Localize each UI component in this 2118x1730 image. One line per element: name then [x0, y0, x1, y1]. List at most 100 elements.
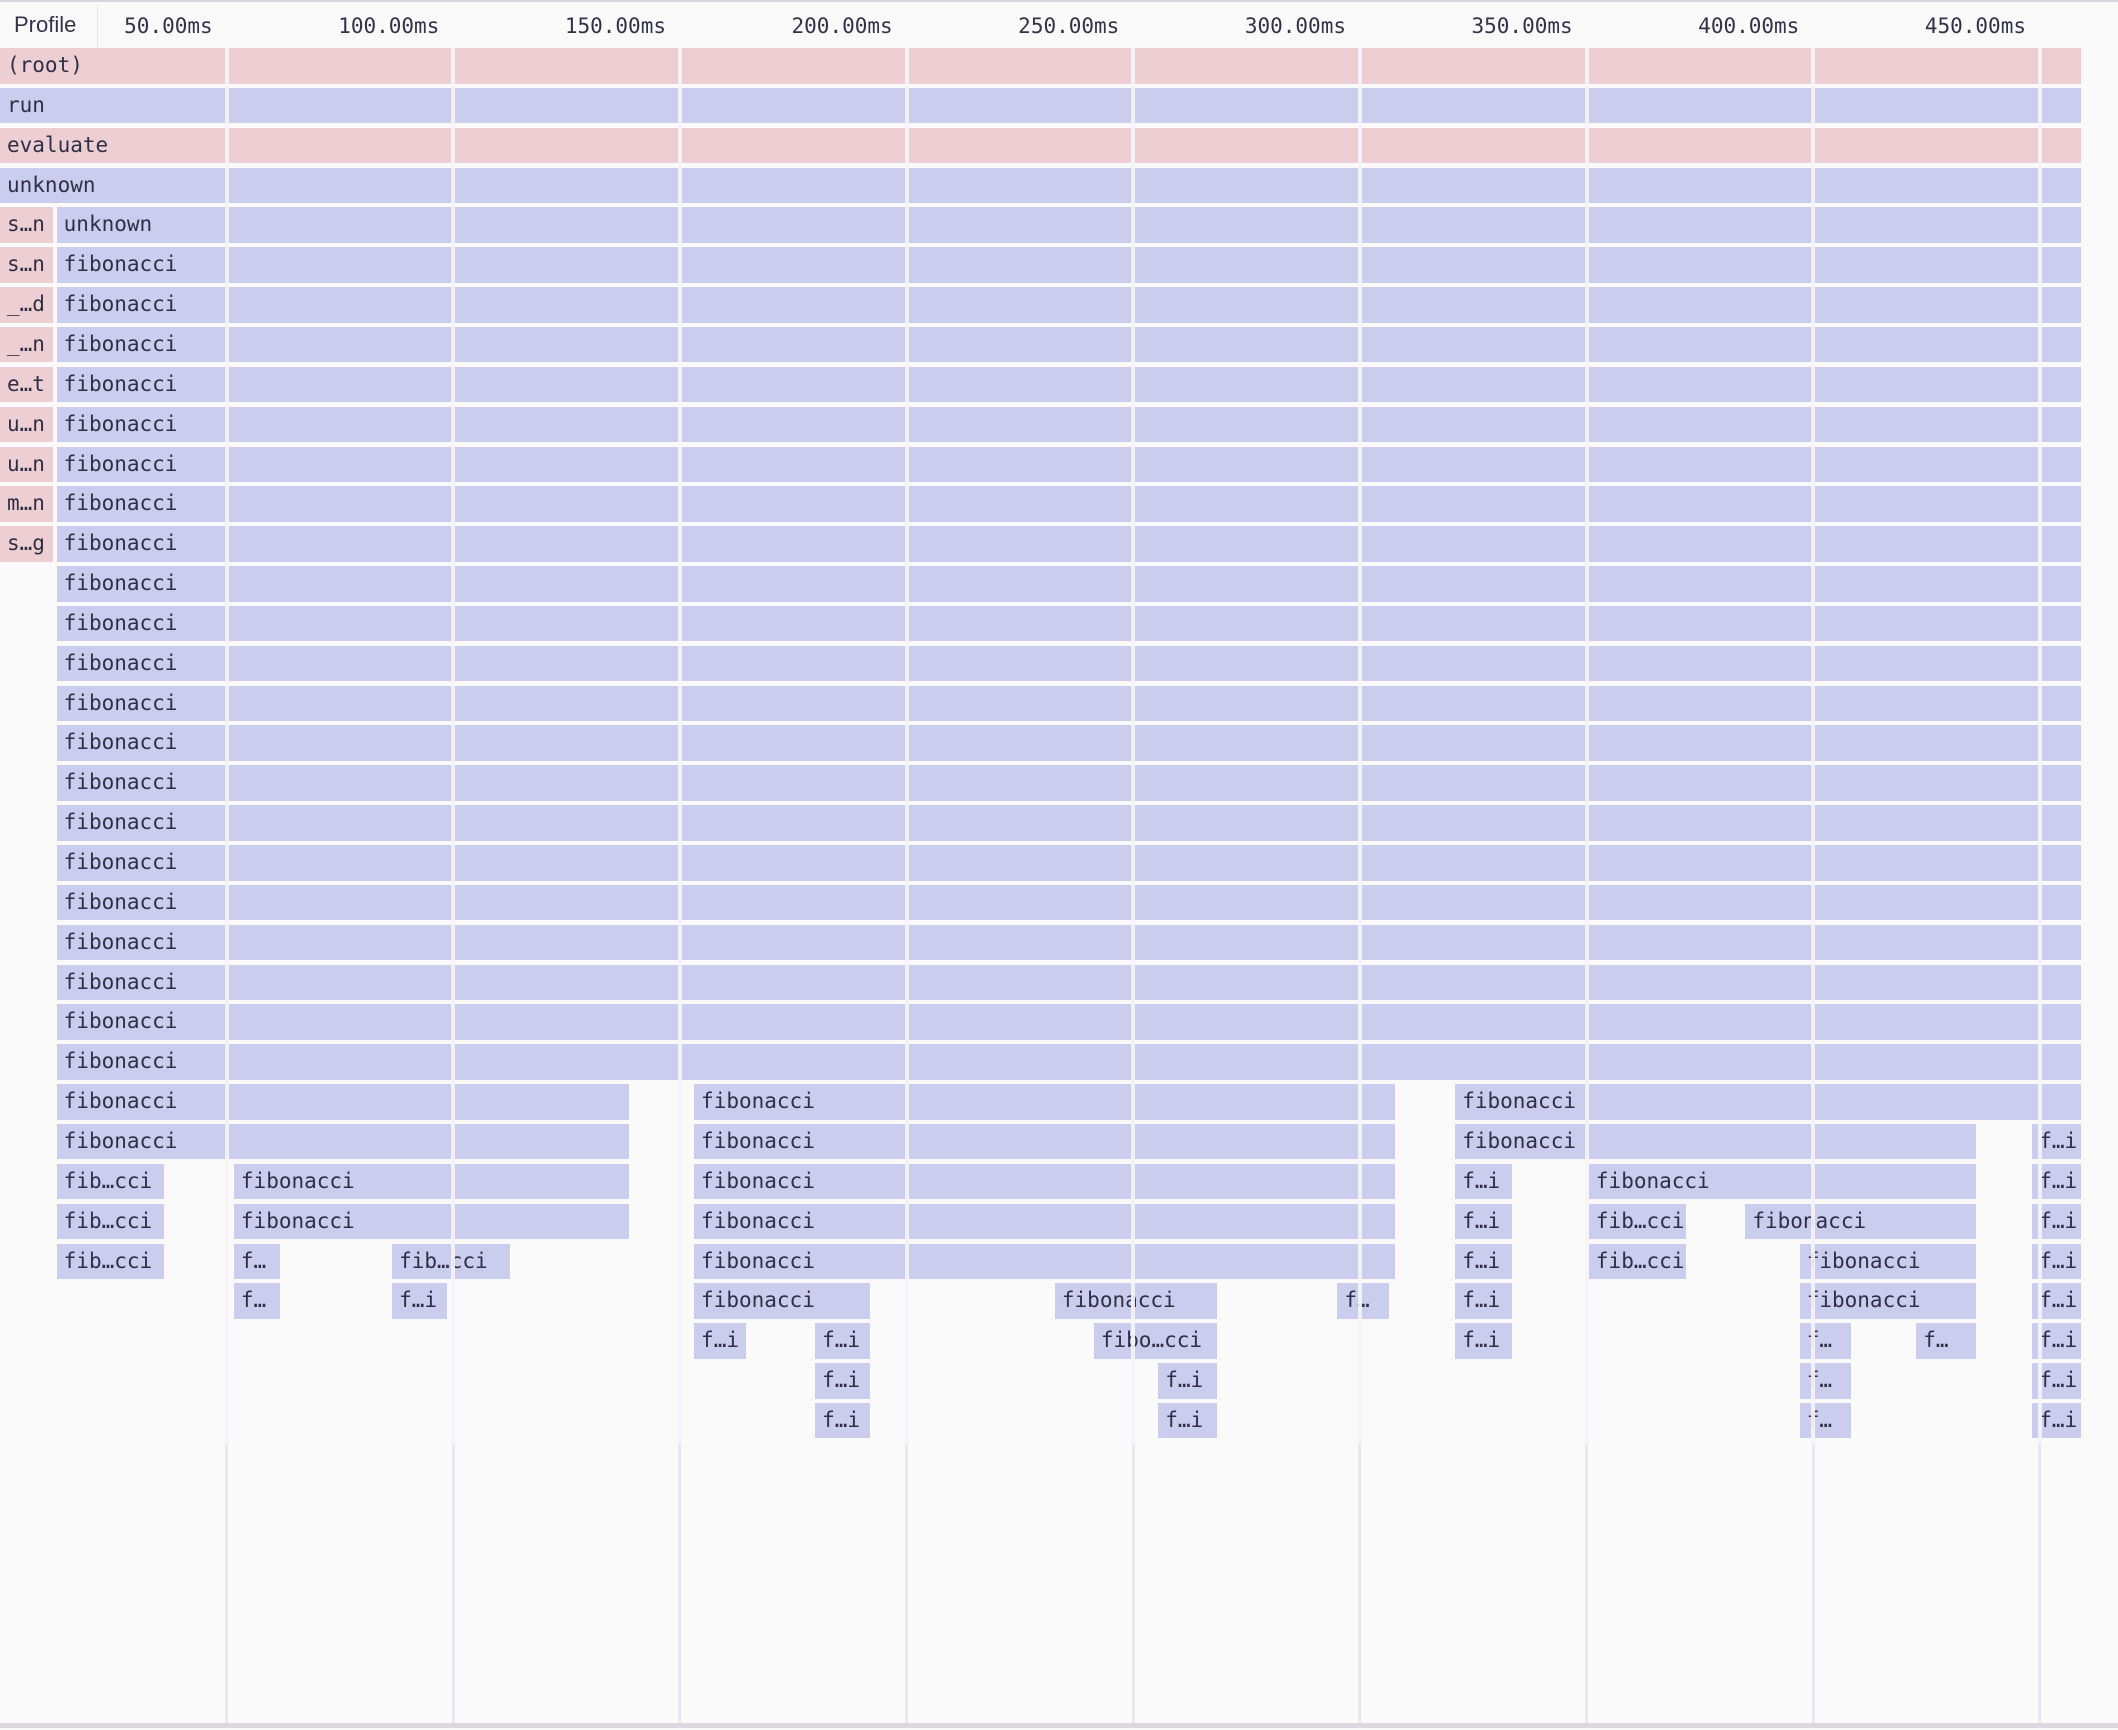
frame-bar[interactable]: fibonacci [57, 1124, 630, 1160]
frame-bar[interactable]: m…n [0, 486, 53, 522]
axis-tick-label: 50.00ms [124, 2, 213, 48]
gridline-overlay-300ms [1358, 48, 1362, 1444]
gridline-overlay-400ms [1811, 48, 1815, 1444]
frame-bar[interactable]: fibonacci [57, 1044, 2081, 1080]
gridline-overlay-100ms [451, 48, 455, 1444]
frame-bar[interactable]: f…i [1158, 1363, 1217, 1399]
frame-bar[interactable]: fibonacci [694, 1244, 1395, 1280]
frame-bar[interactable]: s…g [0, 526, 53, 562]
frame-bar[interactable]: fibonacci [57, 965, 2081, 1001]
frame-bar[interactable]: fibonacci [57, 686, 2081, 722]
gridline-overlay-450ms [2038, 48, 2042, 1444]
axis-tick-label: 300.00ms [1245, 2, 1346, 48]
frame-bar[interactable]: fib…cci [57, 1204, 164, 1240]
flamegraph-canvas[interactable]: (root)runevaluateunknowns…nunknowns…nfib… [0, 2, 2118, 1730]
frame-bar[interactable]: fibonacci [57, 1084, 630, 1120]
frame-bar[interactable]: fib…cci [57, 1244, 164, 1280]
frame-bar[interactable]: fib…cci [1589, 1244, 1686, 1280]
profile-tab[interactable]: Profile [0, 2, 90, 48]
frame-bar[interactable]: f…i [1455, 1164, 1512, 1200]
frame-bar[interactable]: f…i [1455, 1244, 1512, 1280]
frame-bar[interactable]: fibonacci [57, 885, 2081, 921]
bottom-border [0, 1723, 2118, 1728]
frame-bar[interactable]: fibonacci [57, 646, 2081, 682]
frame-bar[interactable]: fibonacci [234, 1204, 629, 1240]
frame-bar[interactable]: fibonacci [57, 247, 2081, 283]
frame-bar[interactable]: f…i [1455, 1283, 1512, 1319]
frame-bar[interactable]: f…i [392, 1283, 446, 1319]
frame-bar[interactable]: evaluate [0, 128, 2081, 164]
frame-bar[interactable]: fibonacci [1745, 1204, 1975, 1240]
frame-bar[interactable]: f… [1337, 1283, 1389, 1319]
frame-bar[interactable]: fibonacci [234, 1164, 629, 1200]
frame-bar[interactable]: fibonacci [57, 486, 2081, 522]
timeline-header: Profile 50.00ms 100.00ms 150.00ms 200.00ms 2… [0, 2, 2118, 48]
gridline-overlay-200ms [905, 48, 909, 1444]
frame-bar[interactable]: f… [234, 1283, 280, 1319]
frame-bar[interactable]: (root) [0, 48, 2081, 84]
frame-bar[interactable]: f… [1800, 1363, 1851, 1399]
frame-bar[interactable]: fibonacci [57, 367, 2081, 403]
frame-bar[interactable]: fibonacci [57, 925, 2081, 961]
frame-bar[interactable]: f…i [815, 1323, 870, 1359]
axis-tick-label: 250.00ms [1018, 2, 1119, 48]
frame-bar[interactable]: fibonacci [694, 1283, 870, 1319]
frame-bar[interactable]: s…n [0, 247, 53, 283]
frame-bar[interactable]: _…d [0, 287, 53, 323]
frame-bar[interactable]: fibonacci [694, 1084, 1395, 1120]
frame-bar[interactable]: fibonacci [57, 526, 2081, 562]
frame-bar[interactable]: fibonacci [57, 327, 2081, 363]
frame-bar[interactable]: unknown [0, 168, 2081, 204]
frame-bar[interactable]: fibonacci [1455, 1084, 2081, 1120]
frame-bar[interactable]: f…i [694, 1323, 746, 1359]
frame-bar[interactable]: fib…cci [1589, 1204, 1686, 1240]
frame-bar[interactable]: fibonacci [57, 447, 2081, 483]
frame-bar[interactable]: u…n [0, 407, 53, 443]
frame-bar[interactable]: f… [1800, 1403, 1851, 1439]
frame-bar[interactable]: fibonacci [1800, 1283, 1976, 1319]
frame-bar[interactable]: f… [1916, 1323, 1975, 1359]
frame-bar[interactable]: fibonacci [694, 1204, 1395, 1240]
axis-tick-label: 100.00ms [338, 2, 439, 48]
frame-bar[interactable]: fibonacci [694, 1124, 1395, 1160]
frame-bar[interactable]: fibonacci [1055, 1283, 1217, 1319]
frame-bar[interactable]: fibo…cci [1094, 1323, 1217, 1359]
frame-bar[interactable]: e…t [0, 367, 53, 403]
frame-bar[interactable]: f… [1800, 1323, 1851, 1359]
frame-bar[interactable]: fibonacci [57, 566, 2081, 602]
axis-tick-label: 150.00ms [565, 2, 666, 48]
frame-bar[interactable]: unknown [57, 207, 2081, 243]
frame-bar[interactable]: fibonacci [57, 287, 2081, 323]
axis-tick-label: 350.00ms [1472, 2, 1573, 48]
axis-tick-label: 450.00ms [1925, 2, 2026, 48]
frame-bar[interactable]: fibonacci [57, 805, 2081, 841]
frame-bar[interactable]: u…n [0, 447, 53, 483]
profiler-view: (root)runevaluateunknowns…nunknowns…nfib… [0, 0, 2118, 1728]
frame-bar[interactable]: fibonacci [57, 407, 2081, 443]
frame-bar[interactable]: fibonacci [57, 1004, 2081, 1040]
frame-bar[interactable]: f…i [815, 1363, 870, 1399]
frame-bar[interactable]: fibonacci [57, 606, 2081, 642]
frame-bar[interactable]: fibonacci [1455, 1124, 1975, 1160]
frame-bar[interactable]: s…n [0, 207, 53, 243]
gridline-overlay-350ms [1585, 48, 1589, 1444]
frame-bar[interactable]: f…i [815, 1403, 870, 1439]
frame-bar[interactable]: run [0, 88, 2081, 124]
axis-tick-label: 200.00ms [792, 2, 893, 48]
frame-bar[interactable]: fibonacci [1800, 1244, 1976, 1280]
frame-bar[interactable]: f…i [1455, 1204, 1512, 1240]
frame-bar[interactable]: fib…cci [57, 1164, 164, 1200]
gridline-overlay-50ms [225, 48, 229, 1444]
gridline-overlay-150ms [678, 48, 682, 1444]
frame-bar[interactable]: f…i [1158, 1403, 1217, 1439]
frame-bar[interactable]: fibonacci [57, 725, 2081, 761]
header-divider [97, 4, 98, 48]
frame-bar[interactable]: fibonacci [694, 1164, 1395, 1200]
frame-bar[interactable]: fibonacci [57, 845, 2081, 881]
gridline-overlay-250ms [1131, 48, 1135, 1444]
frame-bar[interactable]: fibonacci [57, 765, 2081, 801]
frame-bar[interactable]: f…i [1455, 1323, 1512, 1359]
frame-bar[interactable]: f… [234, 1244, 280, 1280]
frame-bar[interactable]: _…n [0, 327, 53, 363]
frame-bar[interactable]: fibonacci [1589, 1164, 1976, 1200]
